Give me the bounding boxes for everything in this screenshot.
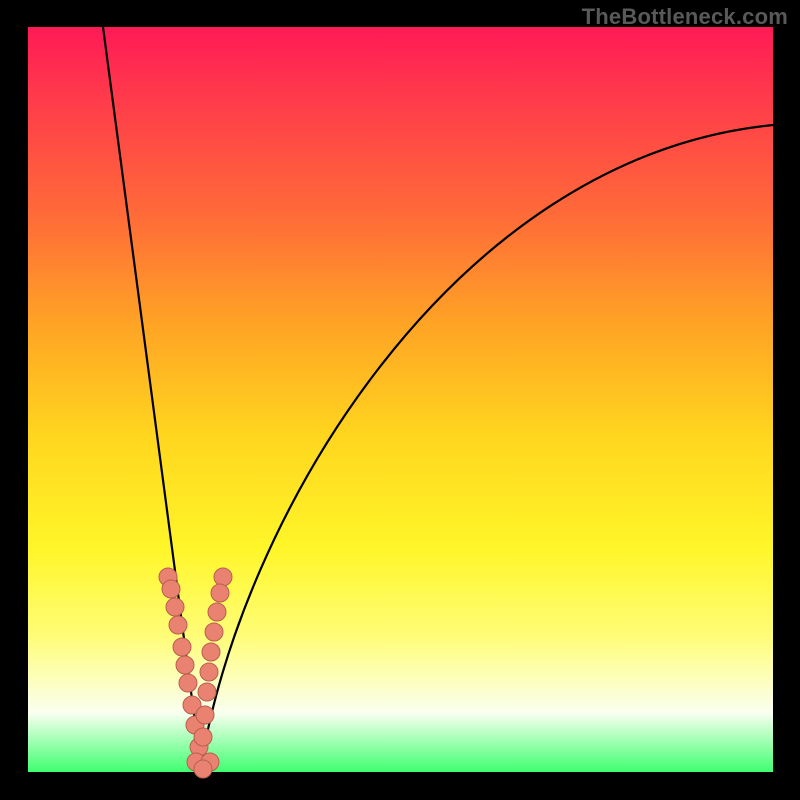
bead-cluster [159,568,232,778]
plot-area [28,27,773,772]
curve-layer [28,27,773,772]
right-curve [201,125,773,767]
chart-frame: TheBottleneck.com [0,0,800,800]
watermark-text: TheBottleneck.com [582,4,788,30]
